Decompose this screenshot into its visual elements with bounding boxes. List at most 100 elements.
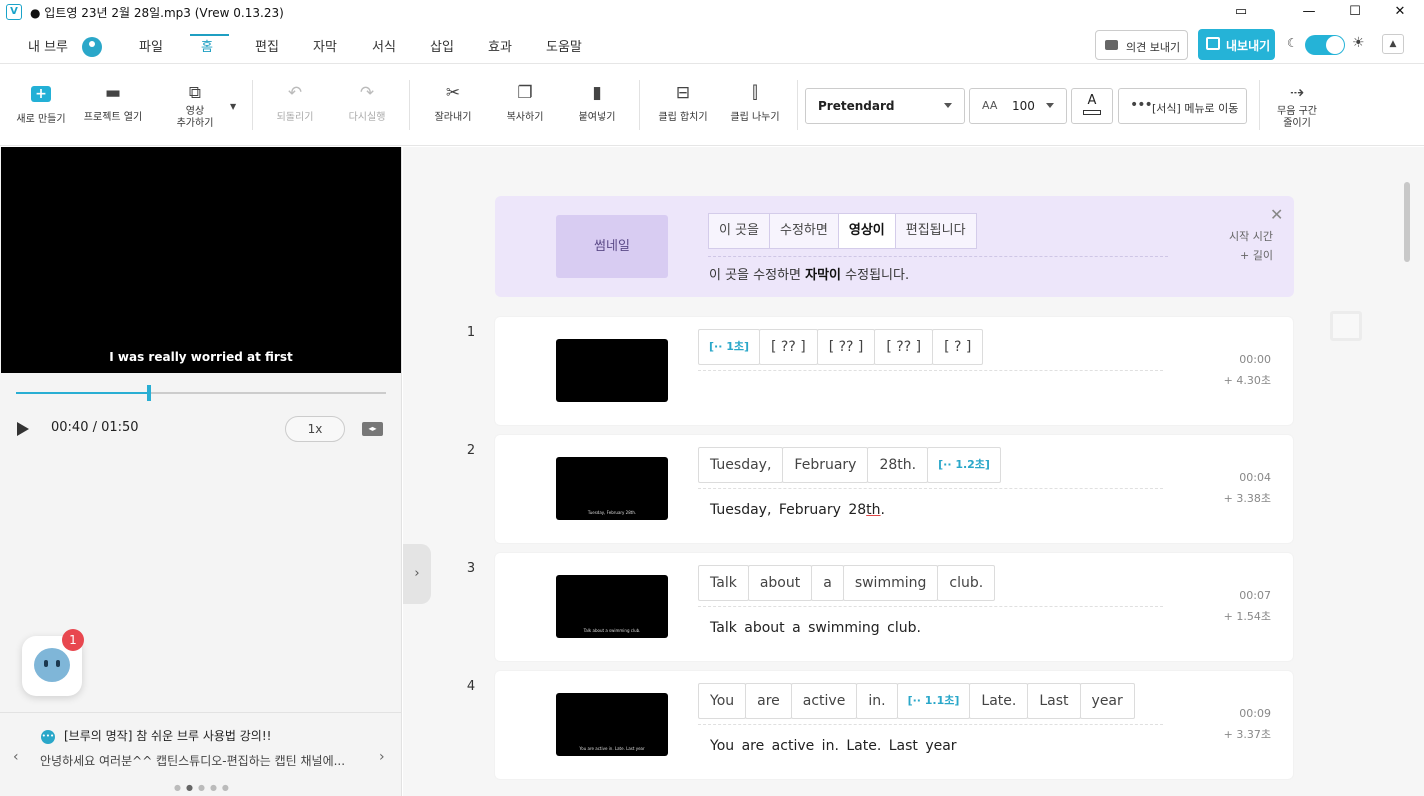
export-button[interactable]: 내보내기 (1198, 29, 1275, 60)
carousel-dots[interactable]: ●●●●● (174, 783, 234, 792)
clip-row[interactable]: Tuesday, February 28th. Tuesday, February 2… (495, 435, 1293, 543)
word-token[interactable]: club. (937, 565, 996, 601)
word-token[interactable]: are (745, 683, 792, 719)
clip-thumbnail[interactable]: Tuesday, February 28th. (556, 457, 668, 520)
promo-banner[interactable]: ••• [브루의 명작] 참 쉬운 브루 사용법 강의!! ‹ 안녕하세요 여러… (0, 712, 402, 796)
seek-bar[interactable] (16, 385, 386, 401)
chevron-right-icon[interactable]: › (379, 749, 385, 765)
seek-bar-handle[interactable] (147, 385, 152, 401)
guide-token: 편집됩니다 (894, 213, 977, 249)
clip-row[interactable]: You are active in. Late. Last year You are… (495, 671, 1293, 779)
playback-speed-button[interactable]: 1x (285, 416, 345, 442)
silence-token[interactable]: [·· 1초] (698, 329, 761, 365)
collapse-ribbon-button[interactable]: ▲ (1382, 34, 1404, 54)
word-token[interactable]: [ ?? ] (759, 329, 818, 365)
comment-icon[interactable] (1330, 311, 1362, 341)
scrollbar[interactable] (1404, 182, 1410, 262)
word-token[interactable]: a (811, 565, 844, 601)
add-video-button[interactable]: ⧉ 영상 추가하기 (170, 64, 220, 130)
theme-toggle[interactable] (1305, 35, 1345, 55)
silence-token[interactable]: [·· 1.2초] (927, 447, 1001, 483)
reduce-silence-icon: ⇢ (1289, 83, 1305, 103)
reduce-silence-button[interactable]: ⇢ 무음 구간 줄이기 (1270, 64, 1324, 130)
menu-help[interactable]: 도움말 (546, 36, 582, 55)
feedback-button[interactable]: 의견 보내기 (1095, 30, 1188, 60)
menu-user[interactable]: 내 브루 (28, 36, 68, 55)
menu-home[interactable]: 홈 (201, 36, 213, 55)
user-avatar-icon[interactable] (82, 37, 102, 57)
guide-card: 썸네일 이 곳을 수정하면 영상이 편집됩니다 이 곳을 수정하면 자막이 수정… (495, 196, 1294, 297)
paste-button[interactable]: ▮ 붙여넣기 (572, 64, 622, 123)
undo-icon: ↶ (287, 83, 303, 103)
open-project-button[interactable]: ▬ 프로젝트 열기 (80, 64, 146, 123)
toolbar-divider (797, 80, 798, 130)
cut-button[interactable]: ✂ 잘라내기 (428, 64, 478, 123)
close-icon[interactable]: ✕ (1270, 205, 1283, 224)
menu-format[interactable]: 서식 (372, 36, 396, 55)
format-menu-button[interactable]: ••• [서식] 메뉴로 이동 (1118, 88, 1247, 124)
split-clip-button[interactable]: ⫿ 클립 나누기 (727, 64, 783, 123)
clip-number: 4 (466, 679, 476, 694)
close-button[interactable]: ✕ (1385, 2, 1415, 22)
clip-row[interactable]: [·· 1초][ ?? ][ ?? ][ ?? ][ ? ] 00:00 + 4.3… (495, 317, 1293, 425)
clip-thumbnail[interactable]: Talk about a swimming club. (556, 575, 668, 638)
font-size-value: 100 (1012, 99, 1035, 113)
subtitle-text[interactable]: You are active in. Late. Last year (710, 738, 957, 754)
word-token[interactable]: in. (856, 683, 898, 719)
toolbar-divider (639, 80, 640, 130)
subtitle-text[interactable]: Tuesday, February 28th. (710, 502, 885, 518)
silence-token[interactable]: [·· 1.1초] (896, 683, 971, 719)
word-token[interactable]: about (747, 565, 813, 601)
merge-clip-button[interactable]: ⊟ 클립 합치기 (655, 64, 711, 123)
chevron-left-icon[interactable]: ‹ (13, 749, 19, 765)
font-family-select[interactable]: Pretendard (805, 88, 965, 124)
menu-insert[interactable]: 삽입 (430, 36, 454, 55)
copy-button[interactable]: ❐ 복사하기 (500, 64, 550, 123)
word-token[interactable]: Late. (969, 683, 1029, 719)
word-token[interactable]: year (1079, 683, 1135, 719)
play-icon[interactable] (17, 422, 29, 436)
clip-length: + 3.38초 (1223, 492, 1271, 505)
word-token[interactable]: Tuesday, (698, 447, 784, 483)
format-menu-label: [서식] 메뉴로 이동 (1152, 102, 1239, 115)
menu-effects[interactable]: 효과 (488, 36, 512, 55)
chevron-right-icon[interactable]: › (403, 544, 431, 604)
menu-file[interactable]: 파일 (139, 36, 163, 55)
split-clip-icon: ⫿ (752, 83, 758, 103)
subtitle-text[interactable]: Talk about a swimming club. (710, 620, 921, 636)
add-video-icon: ⧉ (188, 83, 202, 103)
word-token[interactable]: You (698, 683, 747, 719)
maximize-button[interactable]: ☐ (1340, 2, 1370, 22)
guide-token: 이 곳을 (708, 213, 771, 249)
clip-thumbnail[interactable] (556, 339, 668, 402)
merge-clip-label: 클립 합치기 (658, 112, 708, 123)
notification-badge: 1 (62, 629, 84, 651)
word-token[interactable]: Last (1027, 683, 1081, 719)
copy-icon: ❐ (517, 83, 533, 103)
font-color-button[interactable]: A (1071, 88, 1113, 124)
add-video-dropdown-icon[interactable]: ▼ (230, 102, 236, 111)
word-token[interactable]: 28th. (867, 447, 929, 483)
word-token[interactable]: [ ?? ] (816, 329, 876, 365)
word-token[interactable]: active (790, 683, 858, 719)
aspect-ratio-icon[interactable]: ◂▸ (362, 422, 383, 436)
menu-edit[interactable]: 편집 (255, 36, 279, 55)
clip-start-time: 00:00 (1239, 353, 1271, 366)
word-token[interactable]: Talk (698, 565, 749, 601)
clip-thumbnail[interactable]: You are active in. Late. Last year (556, 693, 668, 756)
word-token[interactable]: February (782, 447, 869, 483)
clip-row[interactable]: Talk about a swimming club. Talk about a swi… (495, 553, 1293, 661)
minimize-button[interactable]: — (1294, 2, 1324, 22)
word-token[interactable]: [ ? ] (932, 329, 984, 365)
font-size-select[interactable]: AA 100 (969, 88, 1067, 124)
word-token[interactable]: [ ?? ] (874, 329, 934, 365)
restore-icon[interactable]: ▭ (1226, 2, 1256, 22)
color-swatch (1083, 110, 1101, 115)
redo-button[interactable]: ↷ 다시실행 (342, 64, 392, 123)
undo-button[interactable]: ↶ 되돌리기 (270, 64, 320, 123)
video-preview[interactable]: I was really worried at first (1, 147, 401, 373)
menu-subtitle[interactable]: 자막 (313, 36, 337, 55)
word-token[interactable]: swimming (842, 565, 939, 601)
new-project-button[interactable]: + 새로 만들기 (10, 64, 72, 125)
feedback-label: 의견 보내기 (1126, 41, 1181, 54)
